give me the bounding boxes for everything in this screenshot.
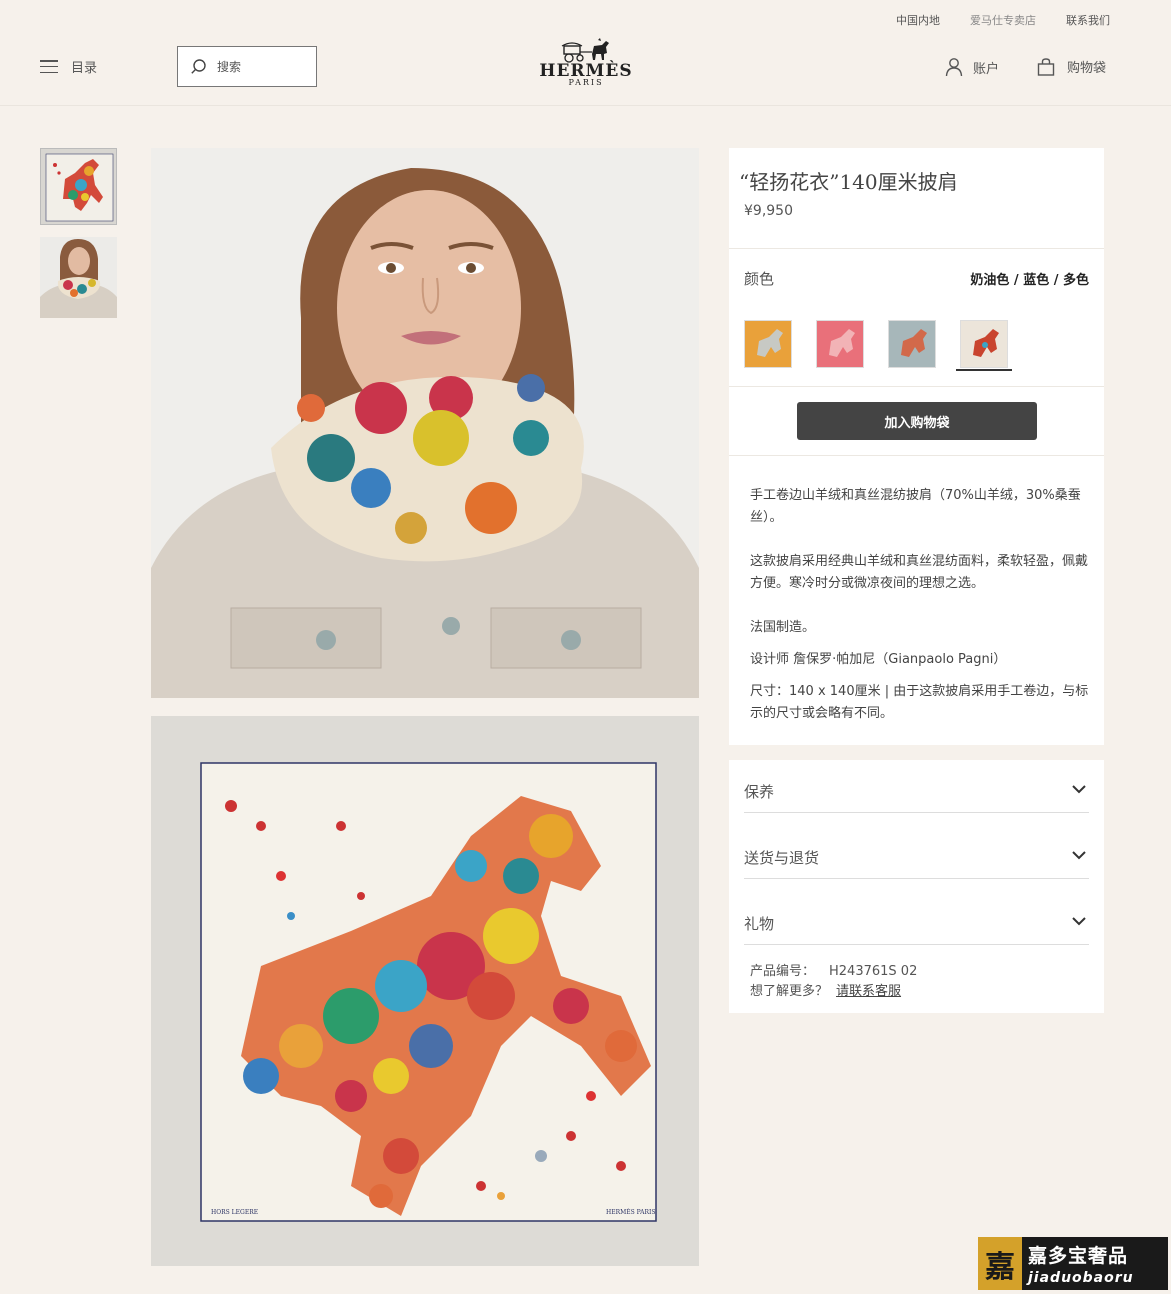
watermark: 嘉 嘉多宝奢品 jiaduobaoru <box>978 1237 1168 1290</box>
scarf-flat-image: HORS LEGERE HERMÈS PARIS <box>151 716 699 1266</box>
swatch-orange-image <box>745 321 791 367</box>
description-size: 尺寸：140 x 140厘米 | 由于这款披肩采用手工卷边，与标示的尺寸或会略有… <box>750 684 1089 721</box>
sku-code: H243761S 02 <box>829 964 918 979</box>
scarf-print-left: HORS LEGERE <box>211 1209 258 1216</box>
color-label: 颜色 <box>744 270 775 288</box>
section-divider <box>729 386 1104 387</box>
product-info-panel: “轻扬花衣”140厘米披肩 ¥9,950 颜色 奶油色 / 蓝色 / 多色 加入… <box>729 148 1104 745</box>
hermes-logo[interactable]: HERMÈS PARIS <box>530 38 642 92</box>
watermark-text: 嘉多宝奢品 jiaduobaoru <box>1022 1241 1134 1286</box>
swatch-blue-grey[interactable] <box>888 320 936 368</box>
product-image-scarf[interactable]: HORS LEGERE HERMÈS PARIS <box>151 716 699 1266</box>
bag-button[interactable]: 购物袋 <box>1037 57 1106 76</box>
chevron-down-icon <box>1072 785 1086 794</box>
swatch-pink[interactable] <box>816 320 864 368</box>
model-thumbnail-image <box>40 237 117 318</box>
description-composition: 手工卷边山羊绒和真丝混纺披肩（70%山羊绒，30%桑蚕丝）。 <box>750 488 1081 525</box>
watermark-cn: 嘉多宝奢品 <box>1028 1245 1129 1267</box>
header-divider <box>0 105 1171 106</box>
watermark-en: jiaduobaoru <box>1028 1270 1134 1286</box>
section-divider <box>729 248 1104 249</box>
swatch-cream[interactable] <box>960 320 1008 368</box>
description-details: 这款披肩采用经典山羊绒和真丝混纺面料，柔软轻盈，佩戴方便。寒冷时分或微凉夜间的理… <box>750 554 1089 591</box>
description-designer: 设计师 詹保罗·帕加尼（Gianpaolo Pagni） <box>750 652 1007 667</box>
search-icon <box>191 59 206 74</box>
scarf-print-right: HERMÈS PARIS <box>606 1208 656 1216</box>
thumbnail-model[interactable] <box>40 237 117 318</box>
watermark-seal: 嘉 <box>978 1237 1022 1290</box>
more-info: 想了解更多？ 请联系客服 <box>750 980 901 999</box>
accordion-shipping[interactable]: 送货与退货 <box>744 843 1089 879</box>
menu-label: 目录 <box>71 61 98 76</box>
site-header: 目录 HERMÈS PARIS 账户 购 <box>0 0 1171 105</box>
menu-button[interactable]: 目录 <box>40 57 97 76</box>
swatch-blue-grey-image <box>889 321 935 367</box>
contact-service-link[interactable]: 请联系客服 <box>836 984 901 999</box>
carriage-logo-icon <box>561 38 609 63</box>
color-value: 奶油色 / 蓝色 / 多色 <box>970 273 1089 288</box>
search-box[interactable] <box>177 46 317 87</box>
model-wearing-shawl-image <box>151 148 699 698</box>
swatch-cream-image <box>961 321 1007 367</box>
scarf-thumbnail-image <box>41 149 116 224</box>
product-title: “轻扬花衣”140厘米披肩 <box>739 170 958 194</box>
product-price: ¥9,950 <box>744 203 793 219</box>
accordion-panel: 保养 送货与退货 礼物 产品编号： H243761S 02 想了解更多？ 请联系客服 <box>729 760 1104 1013</box>
add-to-bag-button[interactable]: 加入购物袋 <box>797 402 1037 440</box>
swatch-pink-image <box>817 321 863 367</box>
description-origin: 法国制造。 <box>750 620 816 635</box>
section-divider <box>729 455 1104 456</box>
selected-swatch-indicator <box>956 369 1012 371</box>
shopping-bag-icon <box>1037 57 1055 76</box>
account-label: 账户 <box>973 61 1000 77</box>
chevron-down-icon <box>1072 851 1086 860</box>
more-question: 想了解更多？ <box>750 984 829 999</box>
accordion-care[interactable]: 保养 <box>744 777 1089 813</box>
accordion-gift[interactable]: 礼物 <box>744 909 1089 945</box>
logo-wordmark: HERMÈS <box>539 61 633 81</box>
sku-label: 产品编号： <box>750 964 816 979</box>
accordion-label: 保养 <box>744 783 775 801</box>
accordion-label: 送货与退货 <box>744 849 820 867</box>
swatch-orange[interactable] <box>744 320 792 368</box>
user-icon <box>945 58 963 77</box>
product-reference: 产品编号： H243761S 02 <box>750 960 917 979</box>
accordion-label: 礼物 <box>744 915 775 933</box>
hamburger-icon <box>40 60 58 73</box>
search-input[interactable] <box>217 59 307 74</box>
account-button[interactable]: 账户 <box>945 57 999 77</box>
product-image-model[interactable] <box>151 148 699 698</box>
thumbnail-scarf[interactable] <box>40 148 117 225</box>
bag-label: 购物袋 <box>1067 61 1107 76</box>
chevron-down-icon <box>1072 917 1086 926</box>
